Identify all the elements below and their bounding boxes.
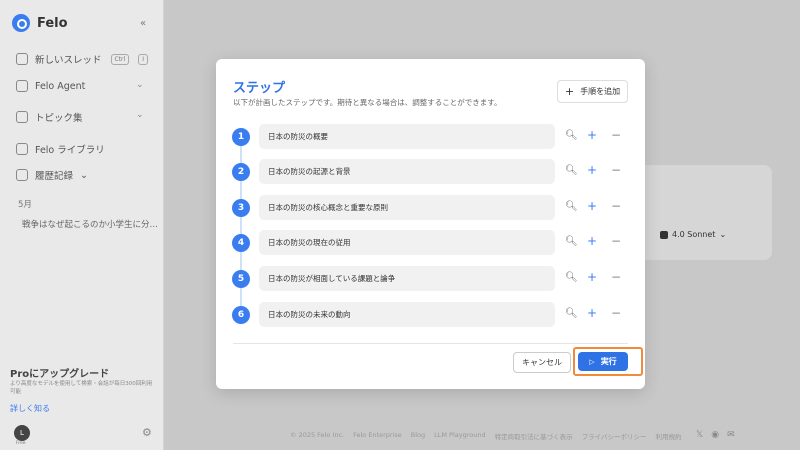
minus-icon[interactable]: − — [611, 199, 621, 213]
minus-icon[interactable]: − — [611, 128, 621, 142]
run-button[interactable]: ▷ 実行 — [578, 352, 628, 371]
plus-icon[interactable]: + — [587, 306, 597, 320]
search-icon[interactable]: 🔍︎ — [565, 236, 578, 247]
modal-title: ステップ — [233, 81, 286, 96]
minus-icon[interactable]: − — [611, 306, 621, 320]
add-step-button[interactable]: + 手順を追加 — [557, 80, 628, 103]
plus-icon[interactable]: + — [587, 163, 597, 177]
search-icon[interactable]: 🔍︎ — [565, 130, 578, 141]
search-icon[interactable]: 🔍︎ — [565, 308, 578, 319]
step-input[interactable]: 日本の防災の核心概念と重要な原則 — [259, 195, 555, 220]
step-row: 3 日本の防災の核心概念と重要な原則 🔍︎ + − — [232, 195, 632, 220]
step-input[interactable]: 日本の防災の概要 — [259, 124, 555, 149]
step-input[interactable]: 日本の防災の起源と背景 — [259, 159, 555, 184]
steps-modal: ステップ 以下が計画したステップです。期待と異なる場合は、調整することができます… — [216, 59, 645, 389]
step-number: 6 — [232, 306, 250, 324]
modal-subtitle: 以下が計画したステップです。期待と異なる場合は、調整することができます。 — [233, 98, 502, 107]
plus-icon[interactable]: + — [587, 234, 597, 248]
step-number: 2 — [232, 163, 250, 181]
plus-icon[interactable]: + — [587, 128, 597, 142]
step-number: 5 — [232, 270, 250, 288]
step-number: 4 — [232, 234, 250, 252]
search-icon[interactable]: 🔍︎ — [565, 272, 578, 283]
step-input[interactable]: 日本の防災の現在の従用 — [259, 230, 555, 255]
step-row: 4 日本の防災の現在の従用 🔍︎ + − — [232, 230, 632, 255]
step-row: 2 日本の防災の起源と背景 🔍︎ + − — [232, 159, 632, 184]
step-number: 1 — [232, 128, 250, 146]
minus-icon[interactable]: − — [611, 270, 621, 284]
step-row: 6 日本の防災の未来の動向 🔍︎ + − — [232, 302, 632, 327]
minus-icon[interactable]: − — [611, 163, 621, 177]
cancel-button[interactable]: キャンセル — [513, 352, 571, 373]
minus-icon[interactable]: − — [611, 234, 621, 248]
plus-icon[interactable]: + — [587, 270, 597, 284]
search-icon[interactable]: 🔍︎ — [565, 201, 578, 212]
divider — [233, 343, 628, 344]
run-label: 実行 — [600, 357, 617, 366]
step-input[interactable]: 日本の防災が相面している課題と論争 — [259, 266, 555, 291]
add-step-label: 手順を追加 — [580, 87, 621, 96]
step-row: 1 日本の防災の概要 🔍︎ + − — [232, 124, 632, 149]
step-number: 3 — [232, 199, 250, 217]
step-input[interactable]: 日本の防災の未来の動向 — [259, 302, 555, 327]
search-icon[interactable]: 🔍︎ — [565, 165, 578, 176]
play-icon: ▷ — [589, 357, 595, 366]
step-row: 5 日本の防災が相面している課題と論争 🔍︎ + − — [232, 266, 632, 291]
plus-icon[interactable]: + — [587, 199, 597, 213]
plus-icon: + — [564, 85, 575, 98]
